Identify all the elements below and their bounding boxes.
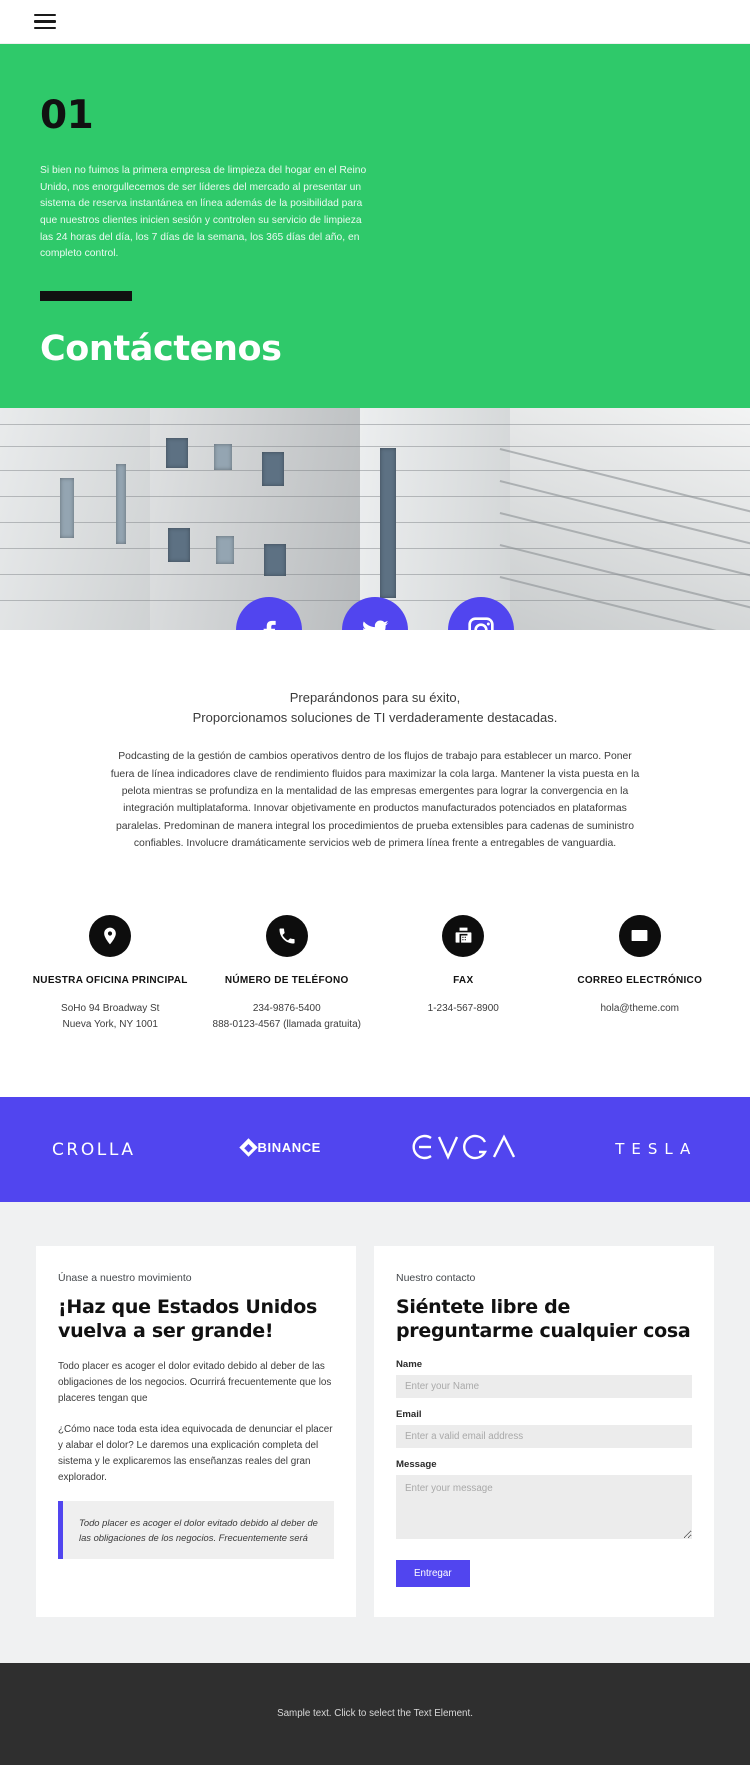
hero-number: 01 [40,96,710,135]
submit-button[interactable]: Entregar [396,1560,470,1587]
hero-paragraph: Si bien no fuimos la primera empresa de … [40,163,370,263]
intro-lead: Preparándonos para su éxito, Proporciona… [60,688,690,728]
tesla-logo-label: TESLA [615,1140,697,1158]
movement-card-eyebrow: Únase a nuestro movimiento [58,1272,334,1284]
social-links [0,597,750,630]
building-photo-banner [0,408,750,630]
intro-lead-line2: Proporcionamos soluciones de TI verdader… [60,708,690,728]
email-input[interactable] [396,1425,692,1448]
crolla-logo-label: CROLLA [52,1140,136,1160]
contact-value: 1-234-567-8900 [383,1001,544,1017]
contact-column-office: NUESTRA OFICINA PRINCIPAL SoHo 94 Broadw… [22,915,199,1034]
contact-value: SoHo 94 Broadway St Nueva York, NY 1001 [30,1001,191,1033]
movement-card-heading: ¡Haz que Estados Unidos vuelva a ser gra… [58,1296,334,1342]
movement-card: Únase a nuestro movimiento ¡Haz que Esta… [36,1246,356,1616]
form-card-eyebrow: Nuestro contacto [396,1272,692,1284]
evga-logo [375,1130,563,1169]
name-field-label: Name [396,1359,692,1370]
message-textarea[interactable] [396,1475,692,1539]
email-field-label: Email [396,1409,692,1420]
intro-lead-line1: Preparándonos para su éxito, [60,688,690,708]
contact-column-fax: FAX 1-234-567-8900 [375,915,552,1034]
contact-title: FAX [383,974,544,988]
cards-section: Únase a nuestro movimiento ¡Haz que Esta… [0,1202,750,1662]
envelope-icon [619,915,661,957]
binance-diamond-icon [239,1139,257,1157]
footer-text[interactable]: Sample text. Click to select the Text El… [277,1708,473,1719]
contact-info-grid: NUESTRA OFICINA PRINCIPAL SoHo 94 Broadw… [0,853,750,1098]
contact-column-phone: NÚMERO DE TELÉFONO 234-9876-5400 888-012… [199,915,376,1034]
partner-logos-band: CROLLA BINANCE TESLA [0,1097,750,1202]
message-field-label: Message [396,1459,692,1470]
movement-card-quote: Todo placer es acoger el dolor evitado d… [58,1501,334,1559]
hero-divider-bar [40,291,132,301]
burger-line [34,20,56,22]
contact-value: 234-9876-5400 888-0123-4567 (llamada gra… [207,1001,368,1033]
footer: Sample text. Click to select the Text El… [0,1663,750,1765]
movement-card-paragraph-1: Todo placer es acoger el dolor evitado d… [58,1359,334,1407]
location-pin-icon [89,915,131,957]
movement-card-paragraph-2: ¿Cómo nace toda esta idea equivocada de … [58,1422,334,1486]
contact-value: hola@theme.com [560,1001,721,1017]
evga-logo-mark [409,1130,529,1164]
binance-logo: BINANCE [188,1140,376,1159]
burger-line [34,14,56,16]
page-title: Contáctenos [40,331,710,368]
intro-body: Podcasting de la gestión de cambios oper… [110,748,640,853]
phone-icon [266,915,308,957]
contact-title: NUESTRA OFICINA PRINCIPAL [30,974,191,988]
fax-icon [442,915,484,957]
top-bar [0,0,750,44]
form-card-heading: Siéntete libre de preguntarme cualquier … [396,1296,692,1342]
contact-title: CORREO ELECTRÓNICO [560,974,721,988]
binance-logo-label: BINANCE [258,1140,321,1155]
intro-section: Preparándonos para su éxito, Proporciona… [0,630,750,853]
hamburger-menu-icon[interactable] [34,14,56,30]
tesla-logo: TESLA [563,1140,750,1159]
hero-section: 01 Si bien no fuimos la primera empresa … [0,44,750,408]
instagram-icon[interactable] [448,597,514,630]
twitter-icon[interactable] [342,597,408,630]
contact-column-email: CORREO ELECTRÓNICO hola@theme.com [552,915,729,1034]
crolla-logo: CROLLA [0,1140,188,1160]
facebook-icon[interactable] [236,597,302,630]
contact-title: NÚMERO DE TELÉFONO [207,974,368,988]
contact-form-card: Nuestro contacto Siéntete libre de pregu… [374,1246,714,1616]
name-input[interactable] [396,1375,692,1398]
burger-line [34,27,56,29]
